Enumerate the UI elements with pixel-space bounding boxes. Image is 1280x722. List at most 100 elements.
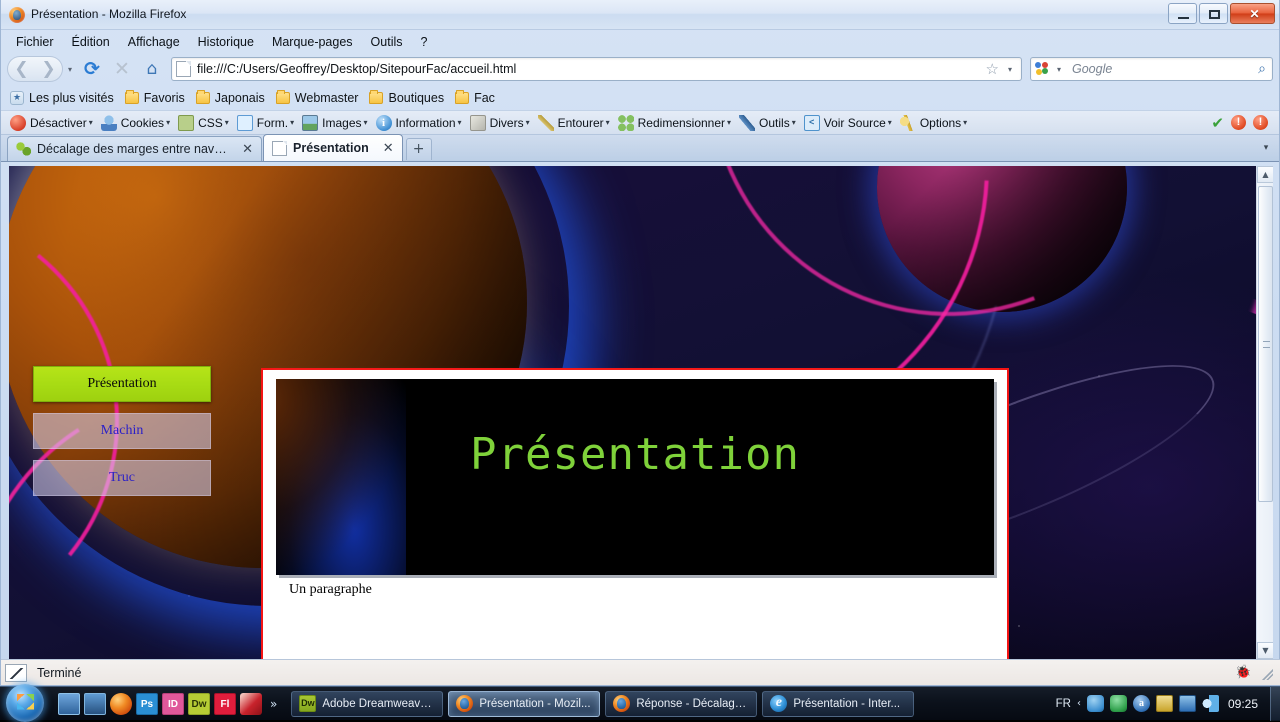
devtool-divers[interactable]: Divers ▾ — [466, 114, 534, 132]
bookmark-label: Les plus visités — [29, 91, 114, 105]
close-button[interactable]: ✕ — [1230, 3, 1275, 24]
scroll-up-button[interactable]: ▲ — [1257, 166, 1273, 183]
bookmark-fac[interactable]: Fac — [452, 89, 501, 107]
bookmark-label: Favoris — [144, 91, 185, 105]
reload-button[interactable]: ⟳ — [77, 55, 107, 83]
safely-remove-icon[interactable] — [1156, 695, 1173, 712]
photoshop-icon[interactable]: Ps — [136, 693, 158, 715]
indesign-icon[interactable]: ID — [162, 693, 184, 715]
chevron-down-icon: ▾ — [166, 118, 170, 127]
bookmark-star-icon[interactable]: ☆ — [982, 60, 1003, 78]
bookmark-dropdown-icon[interactable]: ▾ — [1003, 65, 1017, 74]
resize-grip-icon[interactable] — [1259, 666, 1273, 680]
folder-icon — [369, 92, 383, 104]
forward-button[interactable]: ❯ — [35, 56, 63, 82]
tab-close-icon[interactable]: ✕ — [375, 141, 394, 156]
menu-outils[interactable]: Outils — [362, 33, 412, 52]
chevron-down-icon: ▾ — [792, 118, 796, 127]
bookmark-japonais[interactable]: Japonais — [193, 89, 271, 107]
search-input[interactable]: Google — [1066, 62, 1258, 76]
firefox-icon[interactable] — [110, 693, 132, 715]
error-count-icon-2[interactable]: ! — [1253, 115, 1268, 130]
bookmark-webmaster[interactable]: Webmaster — [273, 89, 365, 107]
tab-list-dropdown-icon[interactable]: ▾ — [1255, 138, 1277, 158]
menu-marque-pages[interactable]: Marque-pages — [263, 33, 362, 52]
site-nav-item-machin[interactable]: Machin — [33, 413, 211, 449]
devtool-outils[interactable]: Outils ▾ — [735, 114, 800, 132]
site-nav-item-presentation[interactable]: Présentation — [33, 366, 211, 402]
windows-start-orb[interactable] — [0, 687, 50, 721]
devtool-label: Désactiver — [30, 116, 87, 130]
banner-area: Présentation — [276, 379, 994, 575]
devtool-information[interactable]: i Information ▾ — [372, 114, 466, 132]
search-submit-icon[interactable]: ⌕ — [1258, 61, 1268, 77]
menu-aide[interactable]: ? — [412, 33, 437, 52]
devtool-css[interactable]: CSS ▾ — [174, 114, 233, 132]
network-icon[interactable] — [1179, 695, 1196, 712]
menu-affichage[interactable]: Affichage — [119, 33, 189, 52]
stop-button[interactable]: ✕ — [107, 55, 137, 83]
tab-presentation[interactable]: Présentation ✕ — [263, 134, 403, 161]
tray-overflow-icon[interactable]: ‹ — [1077, 698, 1081, 709]
search-engine-dropdown-icon[interactable]: ▾ — [1052, 65, 1066, 74]
menu-historique[interactable]: Historique — [189, 33, 263, 52]
scroll-down-button[interactable]: ▼ — [1257, 642, 1273, 659]
show-desktop-button[interactable] — [1270, 687, 1280, 721]
new-tab-button[interactable]: + — [406, 138, 432, 160]
acrobat-reader-icon[interactable] — [240, 693, 262, 715]
minimize-button[interactable] — [1168, 3, 1197, 24]
bookmark-label: Boutiques — [388, 91, 444, 105]
validation-ok-icon[interactable]: ✔ — [1211, 114, 1224, 132]
tab-bar: Décalage des marges entre navigate... ✕ … — [1, 135, 1279, 162]
page-scrollbar[interactable]: ▲ ▼ — [1256, 166, 1273, 659]
devtool-label: Divers — [490, 116, 524, 130]
error-count-icon-1[interactable]: ! — [1231, 115, 1246, 130]
avast-icon[interactable]: a — [1133, 695, 1150, 712]
firebug-icon[interactable]: 🐞 — [1235, 665, 1253, 681]
back-button[interactable]: ❮ — [7, 56, 35, 82]
google-search-engine-icon[interactable] — [1035, 62, 1050, 77]
devtool-cookies[interactable]: Cookies ▾ — [97, 114, 174, 132]
home-button[interactable]: ⌂ — [137, 55, 167, 83]
search-bar[interactable]: ▾ Google ⌕ — [1030, 57, 1273, 81]
bookmark-les-plus-visites[interactable]: ★ Les plus visités — [7, 89, 120, 107]
tab-close-icon[interactable]: ✕ — [234, 142, 253, 157]
devtool-voir-source[interactable]: < Voir Source ▾ — [800, 114, 896, 132]
tab-decalage-des-marges[interactable]: Décalage des marges entre navigate... ✕ — [7, 136, 262, 161]
bookmark-boutiques[interactable]: Boutiques — [366, 89, 450, 107]
quick-launch-overflow-icon[interactable]: » — [266, 697, 281, 711]
devtool-desactiver[interactable]: Désactiver ▾ — [6, 114, 97, 132]
show-desktop-icon[interactable] — [58, 693, 80, 715]
menu-edition[interactable]: Édition — [63, 33, 119, 52]
taskbar-item-presentation-ie[interactable]: Présentation - Inter... — [762, 691, 914, 717]
contacts-icon[interactable] — [1110, 695, 1127, 712]
history-dropdown-icon[interactable]: ▾ — [63, 65, 77, 74]
taskbar-item-dreamweaver[interactable]: Dw Adobe Dreamweave... — [291, 691, 443, 717]
devtool-form[interactable]: Form. ▾ — [233, 114, 298, 132]
window-title: Présentation - Mozilla Firefox — [31, 7, 186, 21]
scrollbar-thumb[interactable] — [1258, 186, 1273, 502]
flash-icon[interactable]: Fl — [214, 693, 236, 715]
menu-fichier[interactable]: Fichier — [7, 33, 63, 52]
quick-launch-bar: Ps ID Dw Fl » — [50, 693, 281, 715]
taskbar-item-reponse-decalage[interactable]: Réponse - Décalage ... — [605, 691, 757, 717]
site-nav-item-truc[interactable]: Truc — [33, 460, 211, 496]
devtool-entourer[interactable]: Entourer ▾ — [534, 114, 614, 132]
chevron-down-icon: ▾ — [225, 118, 229, 127]
devtool-redimensionner[interactable]: Redimensionner ▾ — [614, 114, 735, 132]
url-text[interactable]: file:///C:/Users/Geoffrey/Desktop/Sitepo… — [197, 62, 982, 76]
msn-messenger-icon[interactable] — [1087, 695, 1104, 712]
maximize-button[interactable] — [1199, 3, 1228, 24]
volume-icon[interactable] — [1202, 695, 1219, 712]
address-bar[interactable]: file:///C:/Users/Geoffrey/Desktop/Sitepo… — [171, 57, 1022, 81]
system-tray: FR ‹ a 09:25 — [1056, 695, 1266, 712]
forward-arrow-icon: ❯ — [35, 57, 62, 81]
bookmark-favoris[interactable]: Favoris — [122, 89, 191, 107]
clock[interactable]: 09:25 — [1225, 697, 1258, 711]
language-indicator[interactable]: FR — [1056, 698, 1071, 710]
switch-window-icon[interactable] — [84, 693, 106, 715]
taskbar-item-presentation-firefox[interactable]: Présentation - Mozil... — [448, 691, 600, 717]
devtool-images[interactable]: Images ▾ — [298, 114, 371, 132]
dreamweaver-icon[interactable]: Dw — [188, 693, 210, 715]
devtool-options[interactable]: Options ▾ — [896, 114, 971, 132]
